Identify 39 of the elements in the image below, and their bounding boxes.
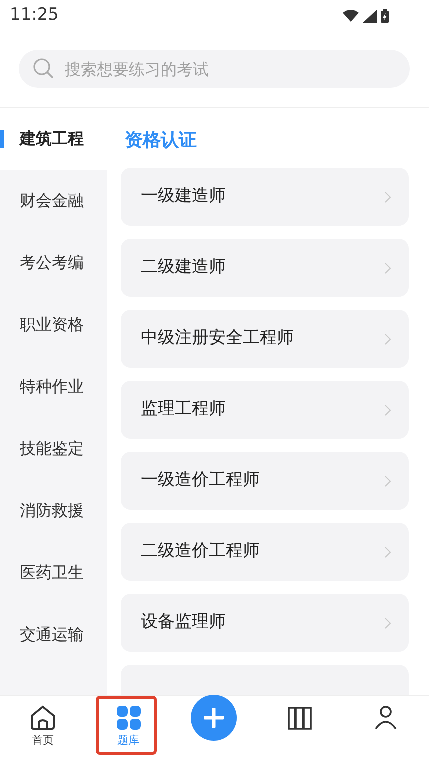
plus-icon <box>204 708 224 728</box>
exam-item[interactable]: 设备监理师 <box>121 594 409 652</box>
person-icon <box>373 705 400 731</box>
category-tab[interactable]: 财会金融 <box>20 189 84 213</box>
grid-icon <box>116 705 142 731</box>
tab-button[interactable] <box>373 705 400 731</box>
search-icon <box>33 58 55 80</box>
category-tab[interactable]: 医药卫生 <box>20 561 84 585</box>
section-title: 资格认证 <box>125 129 198 153</box>
exam-item[interactable]: 中级注册安全工程师 <box>121 310 409 368</box>
signal-icon <box>363 10 377 22</box>
highlight-frame <box>96 696 157 755</box>
exam-item[interactable]: 监理工程师 <box>121 381 409 439</box>
chevron-right-icon <box>385 404 391 416</box>
exam-item[interactable]: 二级建造师 <box>121 239 409 297</box>
chevron-right-icon <box>385 618 391 628</box>
home-icon <box>30 705 56 731</box>
exam-item[interactable]: 一级建造师 <box>121 168 409 226</box>
chevron-right-icon <box>385 262 391 274</box>
category-tab[interactable]: 消防救援 <box>20 499 84 523</box>
tab-button[interactable] <box>287 705 314 731</box>
chevron-right-icon <box>385 476 391 486</box>
wifi-icon <box>343 10 359 22</box>
add-button[interactable] <box>191 695 238 741</box>
battery-icon <box>381 9 389 23</box>
book-icon <box>287 705 314 731</box>
category-tab[interactable]: 交通运输 <box>20 623 84 647</box>
status-time: 11:25 <box>10 4 59 28</box>
exam-item[interactable]: 一级造价工程师 <box>121 452 409 510</box>
category-tab[interactable]: 职业资格 <box>20 313 84 337</box>
category-tab[interactable]: 特种作业 <box>20 375 84 399</box>
category-tab[interactable]: 技能鉴定 <box>20 437 84 461</box>
tab-button[interactable]: 首页 <box>30 705 56 750</box>
category-tab[interactable]: 考公考编 <box>20 251 84 275</box>
exam-item[interactable]: 二级造价工程师 <box>121 523 409 581</box>
chevron-right-icon <box>385 546 391 558</box>
search-field[interactable]: 搜索想要练习的考试 <box>19 50 410 88</box>
chevron-right-icon <box>385 192 391 202</box>
chevron-right-icon <box>385 334 391 344</box>
